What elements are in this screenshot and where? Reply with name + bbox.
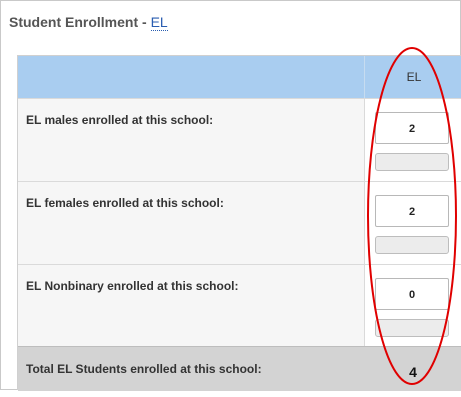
section-title-text: Student Enrollment -	[9, 14, 151, 30]
cell-el-males: 2	[364, 99, 461, 182]
row-el-nonbinary: EL Nonbinary enrolled at this school: 0	[18, 264, 461, 347]
row-label-females: EL females enrolled at this school:	[26, 196, 224, 210]
total-label: Total EL Students enrolled at this schoo…	[26, 362, 262, 376]
el-nonbinary-secondary-field	[375, 319, 449, 337]
el-help-link[interactable]: EL	[150, 14, 168, 31]
el-males-secondary-field	[375, 153, 449, 171]
enrollment-panel: Student Enrollment - EL EL EL males enro…	[0, 0, 461, 391]
total-value: 4	[409, 364, 417, 380]
row-label-nonbinary: EL Nonbinary enrolled at this school:	[26, 279, 239, 293]
el-males-input[interactable]: 2	[375, 112, 449, 144]
cell-el-nonbinary: 0	[364, 265, 461, 347]
column-header-el: EL	[364, 56, 461, 98]
row-label-males: EL males enrolled at this school:	[26, 113, 214, 127]
el-nonbinary-input[interactable]: 0	[375, 278, 449, 310]
el-females-input[interactable]: 2	[375, 195, 449, 227]
cell-el-females: 2	[364, 182, 461, 265]
el-females-secondary-field	[375, 236, 449, 254]
total-row: Total EL Students enrolled at this schoo…	[18, 346, 461, 391]
row-el-males: EL males enrolled at this school: 2	[18, 98, 461, 182]
enrollment-table: EL EL males enrolled at this school: 2 E…	[17, 55, 461, 391]
table-header-row: EL	[18, 56, 461, 98]
row-el-females: EL females enrolled at this school: 2	[18, 181, 461, 265]
section-title: Student Enrollment - EL	[9, 14, 168, 31]
